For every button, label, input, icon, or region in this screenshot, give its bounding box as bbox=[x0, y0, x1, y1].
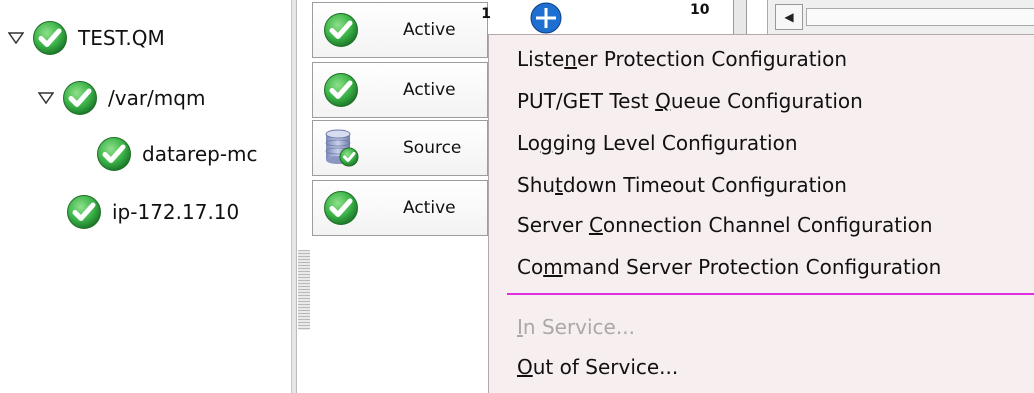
check-icon bbox=[323, 72, 359, 108]
tree-node-test-qm[interactable]: TEST.QM bbox=[6, 16, 165, 60]
tree-node-label: datarep-mc bbox=[142, 142, 258, 166]
expanded-triangle-icon[interactable] bbox=[6, 28, 26, 48]
status-cell[interactable]: Active bbox=[312, 180, 488, 236]
tree-node-label: /var/mqm bbox=[108, 86, 206, 110]
info-icon bbox=[530, 2, 562, 34]
menu-separator bbox=[507, 293, 1034, 295]
check-icon bbox=[323, 12, 359, 48]
resource-tree: TEST.QM /var/mqm datarep-mc ip-172.17.10 bbox=[0, 0, 291, 393]
menu-item-server-connection-channel[interactable]: Server Connection Channel Configuration bbox=[517, 213, 933, 237]
status-label: Active bbox=[403, 20, 456, 40]
status-label: Active bbox=[403, 80, 456, 100]
tree-node-ip[interactable]: ip-172.17.10 bbox=[66, 190, 239, 234]
check-icon bbox=[32, 20, 68, 56]
tree-node-label: TEST.QM bbox=[78, 26, 165, 50]
tree-node-datarep[interactable]: datarep-mc bbox=[96, 132, 258, 176]
status-count: 1 bbox=[481, 6, 491, 22]
expanded-triangle-icon[interactable] bbox=[36, 88, 56, 108]
status-column: Active 1 Active Source Active bbox=[310, 0, 491, 393]
database-check-icon bbox=[325, 129, 359, 167]
panel-divider[interactable] bbox=[291, 0, 297, 393]
menu-item-in-service: In Service... bbox=[517, 315, 635, 339]
column-separator[interactable] bbox=[733, 0, 747, 34]
check-icon bbox=[323, 190, 359, 226]
menu-item-logging-level[interactable]: Logging Level Configuration bbox=[517, 131, 798, 155]
menu-item-out-of-service[interactable]: Out of Service... bbox=[517, 355, 678, 379]
status-label: Source bbox=[403, 138, 462, 158]
menu-item-command-server-protection[interactable]: Command Server Protection Configuration bbox=[517, 255, 941, 279]
status-cell[interactable]: Active 1 bbox=[312, 2, 491, 58]
count-label: 10 bbox=[690, 2, 710, 18]
check-icon bbox=[96, 136, 132, 172]
menu-item-put-get-test-queue[interactable]: PUT/GET Test Queue Configuration bbox=[517, 89, 863, 113]
menu-item-listener-protection[interactable]: Listener Protection Configuration bbox=[517, 47, 847, 71]
tree-node-var-mqm[interactable]: /var/mqm bbox=[36, 76, 205, 120]
menu-item-shutdown-timeout[interactable]: Shutdown Timeout Configuration bbox=[517, 173, 847, 197]
scroll-track[interactable] bbox=[806, 8, 1034, 26]
tree-node-label: ip-172.17.10 bbox=[112, 200, 240, 224]
check-icon bbox=[66, 194, 102, 230]
scroll-left-arrow-icon[interactable]: ◀ bbox=[775, 4, 803, 30]
splitter-grip[interactable] bbox=[298, 250, 310, 330]
check-icon bbox=[62, 80, 98, 116]
context-menu: Listener Protection Configuration PUT/GE… bbox=[488, 34, 1034, 393]
status-label: Active bbox=[403, 198, 456, 218]
status-cell[interactable]: Active bbox=[312, 62, 488, 118]
status-cell[interactable]: Source bbox=[312, 120, 488, 176]
